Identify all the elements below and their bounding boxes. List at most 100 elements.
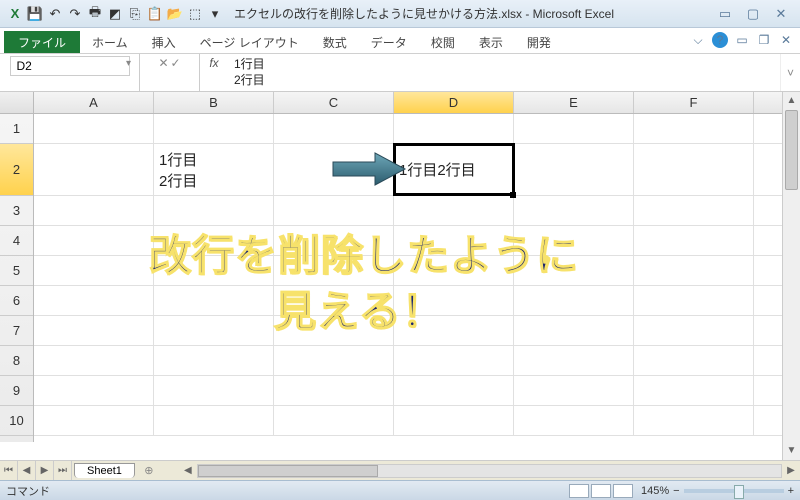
formula-bar: D2 ▾ ✕ ✓ fx 1行目 2行目 ˅ — [0, 54, 800, 92]
hscroll-thumb[interactable] — [198, 465, 378, 477]
row-header-7[interactable]: 7 — [0, 316, 33, 346]
horizontal-scrollbar[interactable]: ◀ ▶ — [179, 464, 800, 478]
window-title: エクセルの改行を削除したように見せかける方法.xlsx - Microsoft … — [234, 5, 716, 22]
formula-expand-icon[interactable]: ˅ — [780, 54, 800, 91]
cell-B2[interactable]: 1行目 2行目 — [154, 144, 274, 195]
row-header-9[interactable]: 9 — [0, 376, 33, 406]
overlay-text-1: 改行を削除したように — [149, 222, 579, 283]
status-mode: コマンド — [6, 483, 50, 499]
worksheet-grid[interactable]: A B C D E F 1 2 3 4 5 6 7 8 9 10 1行目 2行目… — [0, 92, 800, 460]
scroll-up-icon[interactable]: ▲ — [783, 92, 800, 110]
vertical-scrollbar[interactable]: ▲ ▼ — [782, 92, 800, 460]
row-header-8[interactable]: 8 — [0, 346, 33, 376]
zoom-slider[interactable] — [684, 489, 784, 493]
row-header-2[interactable]: 2 — [0, 144, 33, 196]
name-box[interactable]: D2 ▾ — [0, 54, 140, 91]
col-header-B[interactable]: B — [154, 92, 274, 113]
row-headers: 1 2 3 4 5 6 7 8 9 10 — [0, 114, 34, 442]
ribbon: ファイル ホーム 挿入 ページ レイアウト 数式 データ 校閲 表示 開発 ⌵ … — [0, 28, 800, 54]
open-icon[interactable]: 📂 — [166, 5, 184, 23]
cell-A2[interactable] — [34, 144, 154, 195]
formula-input[interactable]: 1行目 2行目 — [228, 54, 780, 91]
window-controls: ▭ ▢ ✕ — [716, 6, 790, 22]
cancel-formula-icon[interactable]: ✕ — [158, 56, 168, 70]
qat-more-icon[interactable]: ▾ — [206, 5, 224, 23]
zoom-out-icon[interactable]: − — [673, 485, 679, 497]
redo-icon[interactable]: ↷ — [66, 5, 84, 23]
tab-data[interactable]: データ — [359, 31, 419, 53]
row-header-1[interactable]: 1 — [0, 114, 33, 144]
new-sheet-icon[interactable]: ⊕ — [139, 464, 159, 477]
minimize-button[interactable]: ▭ — [716, 6, 734, 22]
fx-label[interactable]: fx — [200, 54, 228, 91]
select-all-corner[interactable] — [0, 92, 34, 113]
col-header-D[interactable]: D — [394, 92, 514, 113]
qat-icon-5[interactable]: ◩ — [106, 5, 124, 23]
scroll-down-icon[interactable]: ▼ — [783, 442, 800, 460]
view-pagelayout-icon[interactable] — [591, 484, 611, 498]
column-headers: A B C D E F — [0, 92, 782, 114]
overlay-text-2: 見える！ — [274, 278, 445, 339]
quick-access-toolbar: X 💾 ↶ ↷ 🖶 ◩ ⎘ 📋 📂 ⬚ ▾ — [6, 5, 224, 23]
row-header-3[interactable]: 3 — [0, 196, 33, 226]
hscroll-left-icon[interactable]: ◀ — [179, 465, 197, 476]
help-icon[interactable]: ? — [712, 32, 728, 48]
tab-formulas[interactable]: 数式 — [311, 31, 359, 53]
tab-insert[interactable]: 挿入 — [140, 31, 188, 53]
tab-developer[interactable]: 開発 — [515, 31, 563, 53]
sheet-tab-bar: ⏮ ◀ ▶ ⏭ Sheet1 ⊕ ◀ ▶ — [0, 460, 800, 480]
view-pagebreak-icon[interactable] — [613, 484, 633, 498]
zoom-in-icon[interactable]: + — [788, 485, 794, 497]
cells[interactable]: 1行目 2行目 1行目2行目 改行を削除したように 見える！ — [34, 114, 782, 442]
tab-review[interactable]: 校閲 — [419, 31, 467, 53]
title-bar: X 💾 ↶ ↷ 🖶 ◩ ⎘ 📋 📂 ⬚ ▾ エクセルの改行を削除したように見せか… — [0, 0, 800, 28]
maximize-button[interactable]: ▢ — [744, 6, 762, 22]
col-header-E[interactable]: E — [514, 92, 634, 113]
sheet-nav-next-icon[interactable]: ▶ — [36, 461, 54, 480]
row-header-4[interactable]: 4 — [0, 226, 33, 256]
close-button[interactable]: ✕ — [772, 6, 790, 22]
sheet-nav-first-icon[interactable]: ⏮ — [0, 461, 18, 480]
excel-icon: X — [6, 5, 24, 23]
qat-icon-9[interactable]: ⬚ — [186, 5, 204, 23]
arrow-shape — [329, 150, 409, 188]
formula-buttons: ✕ ✓ — [140, 54, 200, 91]
hscroll-right-icon[interactable]: ▶ — [782, 465, 800, 476]
enter-formula-icon[interactable]: ✓ — [171, 56, 181, 70]
tab-pagelayout[interactable]: ページ レイアウト — [188, 31, 311, 53]
name-box-value[interactable]: D2 — [10, 56, 130, 76]
status-bar: コマンド 145% − + — [0, 480, 800, 500]
doc-restore-icon[interactable]: ❐ — [756, 32, 772, 48]
zoom-level[interactable]: 145% — [641, 485, 669, 497]
save-icon[interactable]: 💾 — [26, 5, 44, 23]
sheet-nav: ⏮ ◀ ▶ ⏭ — [0, 461, 72, 480]
view-normal-icon[interactable] — [569, 484, 589, 498]
name-box-dropdown-icon[interactable]: ▾ — [126, 58, 131, 69]
hscroll-track[interactable] — [197, 464, 782, 478]
undo-icon[interactable]: ↶ — [46, 5, 64, 23]
col-header-F[interactable]: F — [634, 92, 754, 113]
view-buttons — [569, 484, 633, 498]
doc-minimize-icon[interactable]: ▭ — [734, 32, 750, 48]
row-header-5[interactable]: 5 — [0, 256, 33, 286]
print-icon[interactable]: 🖶 — [86, 5, 104, 23]
doc-close-icon[interactable]: ✕ — [778, 32, 794, 48]
col-header-C[interactable]: C — [274, 92, 394, 113]
ribbon-min-icon[interactable]: ⌵ — [690, 32, 706, 48]
tab-home[interactable]: ホーム — [80, 31, 140, 53]
cell-D2[interactable]: 1行目2行目 — [394, 144, 514, 195]
vscroll-thumb[interactable] — [785, 110, 798, 190]
tab-view[interactable]: 表示 — [467, 31, 515, 53]
row-header-10[interactable]: 10 — [0, 406, 33, 436]
col-header-A[interactable]: A — [34, 92, 154, 113]
qat-icon-6[interactable]: ⎘ — [126, 5, 144, 23]
sheet-tab-active[interactable]: Sheet1 — [74, 463, 135, 478]
cell-F2[interactable] — [634, 144, 754, 195]
zoom-control: 145% − + — [641, 485, 794, 497]
qat-icon-7[interactable]: 📋 — [146, 5, 164, 23]
sheet-nav-prev-icon[interactable]: ◀ — [18, 461, 36, 480]
row-header-6[interactable]: 6 — [0, 286, 33, 316]
sheet-nav-last-icon[interactable]: ⏭ — [54, 461, 72, 480]
file-tab[interactable]: ファイル — [4, 31, 80, 53]
cell-E2[interactable] — [514, 144, 634, 195]
